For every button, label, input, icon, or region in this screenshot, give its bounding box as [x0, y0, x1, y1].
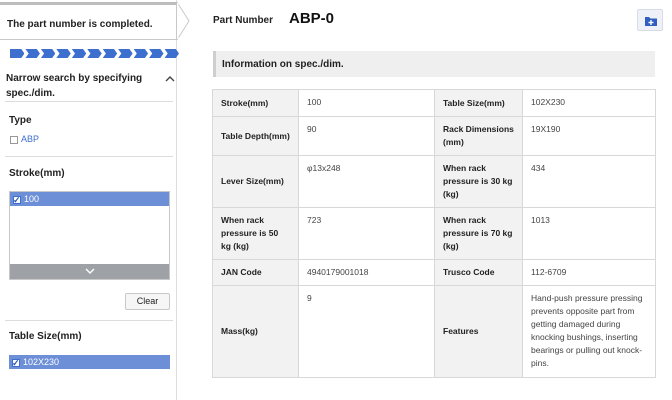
table-row: Stroke(mm) 100 Table Size(mm) 102X230: [212, 89, 656, 117]
progress-step: [164, 49, 179, 58]
spec-value: 4940179001018: [298, 259, 435, 286]
spec-label: When rack pressure is 30 kg (kg): [434, 155, 523, 208]
completion-message: The part number is completed.: [7, 19, 153, 30]
chevron-up-icon[interactable]: [163, 70, 177, 88]
table-row: Table Depth(mm) 90 Rack Dimensions (mm) …: [212, 116, 656, 156]
spec-label: Mass(kg): [212, 285, 299, 378]
table-row: Mass(kg) 9 Features Hand-push pressure p…: [212, 285, 656, 378]
spec-value: 100: [298, 89, 435, 117]
progress-step: [87, 49, 102, 58]
spec-section-title: Information on spec./dim.: [222, 59, 344, 70]
folder-plus-icon: [645, 17, 657, 26]
progress-step: [133, 49, 149, 58]
checkbox-checked[interactable]: [12, 356, 20, 370]
banner-arrow: [177, 2, 190, 40]
stroke-filter-title: Stroke(mm): [9, 168, 65, 179]
spec-label: Rack Dimensions (mm): [434, 116, 523, 156]
spec-value: 723: [298, 207, 435, 260]
part-number-value: ABP-0: [289, 10, 335, 27]
checkbox-checked[interactable]: [13, 193, 21, 207]
spec-section-header: Information on spec./dim.: [213, 51, 655, 77]
table-row: Lever Size(mm) φ13x248 When rack pressur…: [212, 155, 656, 208]
add-to-folder-button[interactable]: [637, 9, 663, 31]
spec-value: 19X190: [522, 116, 656, 156]
table-row: JAN Code 4940179001018 Trusco Code 112-6…: [212, 259, 656, 286]
spec-value: 90: [298, 116, 435, 156]
checkbox[interactable]: [10, 135, 18, 144]
type-option-abp[interactable]: ABP: [10, 134, 39, 144]
spec-label: Stroke(mm): [212, 89, 299, 117]
progress-chevrons: [10, 49, 180, 59]
spec-label: When rack pressure is 70 kg (kg): [434, 207, 523, 260]
table-size-option-label: 102X230: [23, 357, 60, 367]
spec-label: Trusco Code: [434, 259, 523, 286]
spec-label: Table Size(mm): [434, 89, 523, 117]
stroke-option-selected[interactable]: 100: [10, 192, 169, 207]
spec-value: Hand-push pressure pressing prevents opp…: [522, 285, 656, 378]
divider: [5, 156, 173, 157]
spec-label: JAN Code: [212, 259, 299, 286]
part-number-label: Part Number: [213, 15, 274, 26]
clear-button[interactable]: Clear: [125, 293, 170, 310]
divider: [5, 101, 173, 102]
progress-step: [25, 49, 40, 58]
spec-value: 1013: [522, 207, 656, 260]
spec-table: Stroke(mm) 100 Table Size(mm) 102X230 Ta…: [212, 89, 656, 378]
expand-list-button[interactable]: [10, 264, 169, 279]
type-filter-title: Type: [9, 115, 32, 126]
spec-value: 9: [298, 285, 435, 378]
narrow-search-heading: Narrow search by specifying spec./dim.: [6, 73, 143, 99]
spec-value: 112-6709: [522, 259, 656, 286]
type-option-label: ABP: [21, 134, 40, 144]
completion-banner: The part number is completed.: [0, 2, 177, 40]
progress-step: [56, 49, 71, 58]
spec-label: Features: [434, 285, 523, 378]
table-size-option-selected[interactable]: 102X230: [9, 355, 170, 370]
progress-step: [118, 49, 133, 58]
spec-value: φ13x248: [298, 155, 435, 208]
progress-step: [10, 49, 25, 58]
stroke-listbox[interactable]: 100: [9, 191, 170, 280]
progress-step: [40, 49, 56, 58]
progress-step: [149, 49, 164, 58]
spec-label: When rack pressure is 50 kg (kg): [212, 207, 299, 260]
chevron-down-icon: [85, 268, 94, 274]
spec-value: 434: [522, 155, 656, 208]
table-size-filter-title: Table Size(mm): [9, 331, 82, 342]
divider: [5, 320, 173, 321]
spec-value: 102X230: [522, 89, 656, 117]
spec-label: Lever Size(mm): [212, 155, 299, 208]
stroke-option-label: 100: [24, 194, 40, 204]
progress-step: [102, 49, 118, 58]
spec-label: Table Depth(mm): [212, 116, 299, 156]
progress-step: [71, 49, 87, 58]
table-row: When rack pressure is 50 kg (kg) 723 Whe…: [212, 207, 656, 260]
left-filter-panel: The part number is completed. Narrow sea…: [0, 0, 180, 400]
